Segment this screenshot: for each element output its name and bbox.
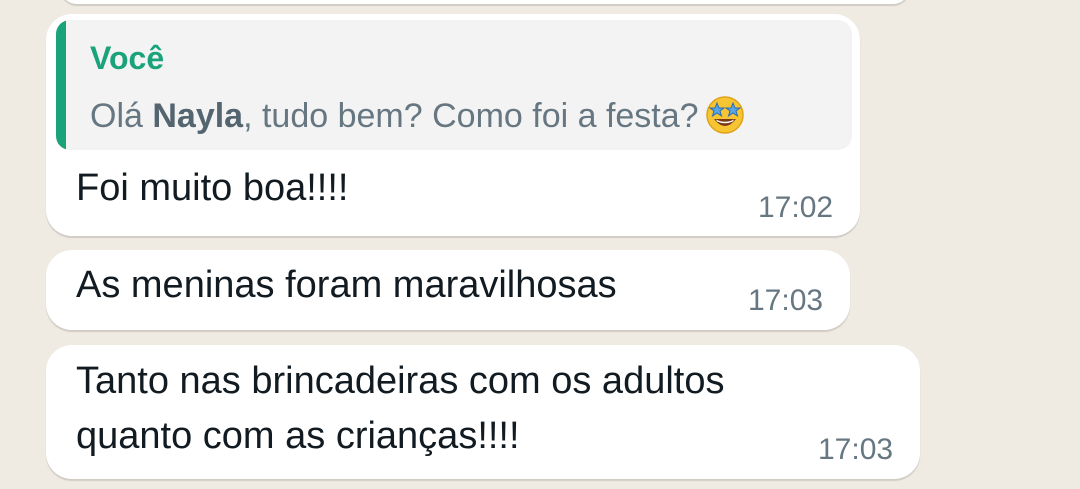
quoted-name: Nayla [152, 97, 244, 135]
message-timestamp: 17:03 [748, 284, 824, 317]
quoted-text-suffix: , tudo bem? Como foi a festa? [243, 97, 699, 135]
quoted-message[interactable]: Você Olá Nayla, tudo bem? Como foi a fes… [56, 20, 852, 150]
previous-message-bubble[interactable] [60, 0, 910, 4]
quoted-text-prefix: Olá [90, 97, 153, 135]
message-text-line-1: Tanto nas brincadeiras com os adultos [76, 360, 725, 402]
message-timestamp: 17:03 [818, 433, 894, 466]
message-text-line-2: quanto com as crianças!!!! [76, 415, 520, 457]
quoted-author: Você [90, 40, 165, 76]
quoted-text: Olá Nayla, tudo bem? Como foi a festa? [90, 95, 745, 136]
message-timestamp: 17:02 [758, 191, 834, 224]
message-text: Foi muito boa!!!! [76, 167, 349, 209]
star-struck-emoji-icon [705, 96, 744, 134]
quote-accent-bar [56, 20, 66, 150]
message-text: As meninas foram maravilhosas [76, 264, 617, 306]
